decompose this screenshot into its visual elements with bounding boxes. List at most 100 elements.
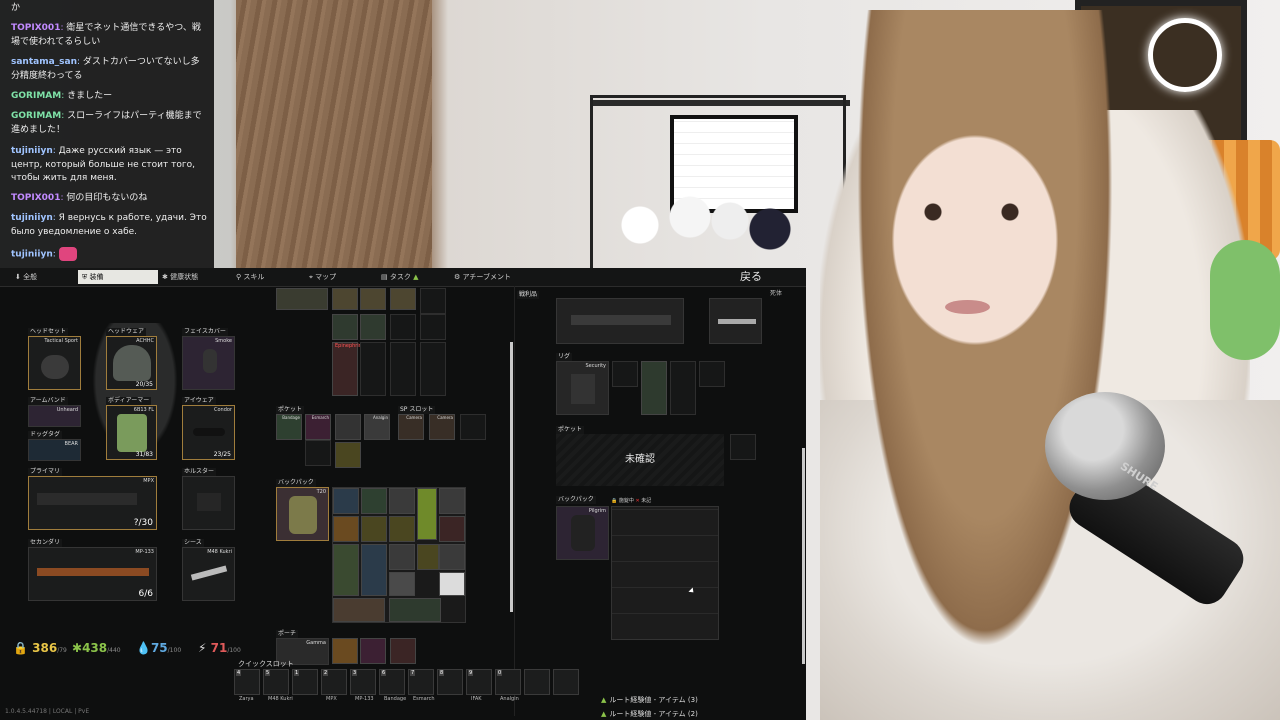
loot-scrollbar[interactable]: [802, 448, 805, 664]
unconfirmed-pockets[interactable]: 未確認: [556, 434, 724, 486]
chat-user[interactable]: tujiniiyn: [11, 250, 53, 260]
quick-slot[interactable]: [524, 669, 550, 695]
backpack-item[interactable]: [333, 598, 385, 622]
tab-general[interactable]: ⬇ 全般: [15, 270, 37, 284]
backpack-item[interactable]: [439, 544, 465, 570]
backpack-item[interactable]: [439, 488, 465, 514]
grid-cell[interactable]: [420, 288, 446, 314]
scrollbar[interactable]: [510, 342, 513, 612]
pouch-item[interactable]: [360, 638, 386, 664]
loot-backpack-slot[interactable]: Pilgrim: [556, 506, 609, 560]
backpack-item[interactable]: [389, 488, 415, 514]
chat-user[interactable]: TOPIX001: [11, 193, 60, 203]
facecover-slot[interactable]: Smoke: [182, 336, 235, 390]
armor-slot[interactable]: 6B13 FL 31/83: [106, 405, 157, 460]
tab-tasks[interactable]: ▤ タスク ▲: [381, 270, 418, 284]
loot-backpack-grid[interactable]: [611, 506, 719, 640]
grenade-item[interactable]: [360, 314, 386, 340]
backpack-item[interactable]: [361, 544, 387, 596]
sp-slot-item[interactable]: Camera: [429, 414, 455, 440]
armband-slot[interactable]: Unheard: [28, 405, 81, 427]
backpack-item[interactable]: [439, 572, 465, 596]
quick-slot[interactable]: 4: [234, 669, 260, 695]
quick-slot[interactable]: 7: [408, 669, 434, 695]
ammo-item[interactable]: [332, 288, 358, 310]
ammo-item[interactable]: [390, 288, 416, 310]
backpack-item[interactable]: [333, 544, 359, 596]
grid-cell[interactable]: [360, 342, 386, 396]
backpack-item[interactable]: [417, 544, 439, 570]
holster-slot[interactable]: [182, 476, 235, 530]
backpack-item[interactable]: [389, 598, 441, 622]
sp-slot-item[interactable]: Camera: [398, 414, 424, 440]
primary-weapon-slot[interactable]: MPX ?/30: [28, 476, 157, 530]
ammo-item[interactable]: [360, 288, 386, 310]
dogtag-slot[interactable]: BEAR: [28, 439, 81, 461]
tab-map[interactable]: ⌖ マップ: [309, 270, 336, 284]
headwear-slot[interactable]: ACHHC 20/35: [106, 336, 157, 390]
quick-slot[interactable]: [553, 669, 579, 695]
backpack-slot[interactable]: T20: [276, 487, 329, 541]
secondary-ammo: 6/6: [138, 589, 153, 599]
pocket-item[interactable]: Bandage: [276, 414, 302, 440]
pocket-item[interactable]: [335, 414, 361, 440]
grid-cell[interactable]: [390, 314, 416, 340]
backpack-item[interactable]: [389, 544, 415, 570]
quick-slot[interactable]: 8: [437, 669, 463, 695]
backpack-grid[interactable]: [332, 487, 466, 623]
chat-user[interactable]: GORIMAM: [11, 91, 61, 101]
tab-achievements[interactable]: ⚙ アチーブメント: [454, 270, 511, 284]
quick-slot[interactable]: 0: [495, 669, 521, 695]
tab-health[interactable]: ✱ 健康状態: [162, 270, 198, 284]
pocket-item[interactable]: Analgin: [364, 414, 390, 440]
chat-user[interactable]: tujiniiyn: [11, 146, 53, 156]
chat-user[interactable]: TOPIX001: [11, 23, 60, 33]
quick-slot[interactable]: 2: [321, 669, 347, 695]
grenade-item[interactable]: [332, 314, 358, 340]
secondary-weapon-slot[interactable]: MP-133 6/6: [28, 547, 157, 601]
injector-item[interactable]: Epinephrine: [332, 342, 365, 396]
backpack-item[interactable]: [333, 488, 359, 514]
loot-rig-slot[interactable]: Security: [556, 361, 609, 415]
backpack-item[interactable]: [333, 516, 359, 542]
grid-cell[interactable]: [730, 434, 756, 460]
pouch-item[interactable]: [390, 638, 416, 664]
loot-knife-slot[interactable]: [709, 298, 762, 344]
grid-cell[interactable]: [420, 314, 446, 340]
backpack-item[interactable]: [439, 516, 465, 542]
back-button[interactable]: 戻る: [740, 268, 762, 284]
chat-user[interactable]: santama_san: [11, 57, 77, 67]
tab-gear[interactable]: ⛨ 装備: [78, 270, 158, 284]
chat-user[interactable]: GORIMAM: [11, 111, 61, 121]
backpack-item[interactable]: [417, 488, 437, 540]
grid-cell[interactable]: [305, 440, 331, 466]
headset-slot[interactable]: Tactical Sport: [28, 336, 81, 390]
grid-cell[interactable]: [699, 361, 725, 387]
backpack-item[interactable]: [389, 516, 415, 542]
quick-slot[interactable]: 3: [350, 669, 376, 695]
pouch-item[interactable]: [332, 638, 358, 664]
grid-cell[interactable]: [420, 342, 446, 396]
quick-slot[interactable]: 9: [466, 669, 492, 695]
chat-user[interactable]: tujiniiyn: [11, 213, 53, 223]
eyewear-slot[interactable]: Condor 23/25: [182, 405, 235, 460]
grid-cell[interactable]: [460, 414, 486, 440]
backpack-item[interactable]: [361, 488, 387, 514]
backpack-item[interactable]: [361, 516, 387, 542]
quick-slot[interactable]: 1: [292, 669, 318, 695]
pocket-item[interactable]: [335, 442, 361, 468]
tab-label: タスク: [389, 273, 411, 281]
tab-skills[interactable]: ⚲ スキル: [236, 270, 264, 284]
quick-slot[interactable]: 6: [379, 669, 405, 695]
rig-item[interactable]: [276, 288, 328, 310]
quick-slot[interactable]: 5: [263, 669, 289, 695]
sheath-slot[interactable]: M48 Kukri: [182, 547, 235, 601]
grid-cell[interactable]: [390, 342, 416, 396]
close-icon[interactable]: ✕: [635, 498, 639, 504]
pocket-item[interactable]: Esmarch: [305, 414, 331, 440]
loot-rig-item[interactable]: [641, 361, 667, 415]
grid-cell[interactable]: [612, 361, 638, 387]
grid-cell[interactable]: [670, 361, 696, 415]
loot-weapon-slot[interactable]: [556, 298, 684, 344]
backpack-item[interactable]: [389, 572, 415, 596]
